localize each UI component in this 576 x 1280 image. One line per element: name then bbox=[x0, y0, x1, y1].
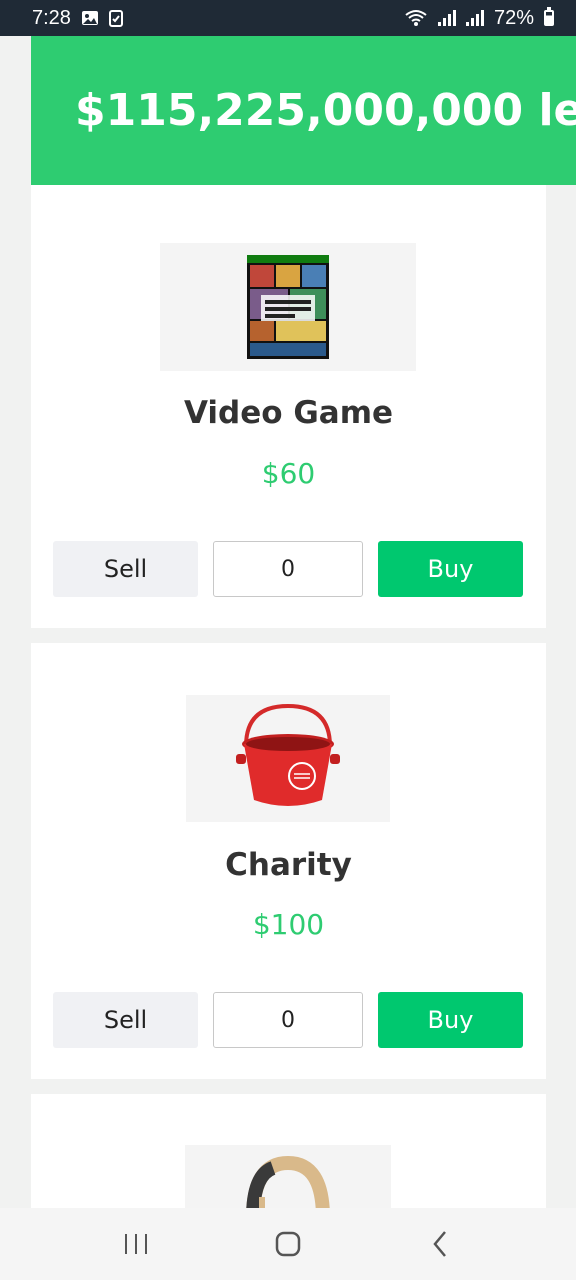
sell-button[interactable]: Sell bbox=[53, 541, 198, 597]
buy-button[interactable]: Buy bbox=[378, 541, 523, 597]
money-left-text: $115,225,000,000 left bbox=[75, 85, 576, 136]
item-image-video-game bbox=[160, 243, 416, 371]
item-image-headphones bbox=[185, 1145, 391, 1208]
battery-icon bbox=[544, 7, 554, 26]
quantity-input[interactable] bbox=[213, 541, 363, 597]
money-left-banner: $115,225,000,000 left bbox=[31, 36, 576, 185]
item-name: Video Game bbox=[183, 395, 394, 431]
headphones-icon bbox=[246, 1155, 330, 1208]
item-price: $60 bbox=[261, 457, 316, 490]
home-icon[interactable] bbox=[258, 1214, 318, 1274]
clipboard-check-icon bbox=[108, 9, 123, 27]
back-icon[interactable] bbox=[410, 1214, 470, 1274]
status-time: 7:28 bbox=[32, 6, 71, 29]
signal-icon bbox=[437, 10, 456, 26]
buy-button[interactable]: Buy bbox=[378, 992, 523, 1048]
wifi-icon bbox=[404, 9, 428, 27]
gallery-icon bbox=[81, 10, 99, 26]
signal-icon-2 bbox=[465, 10, 484, 26]
status-bar: 7:28 72% bbox=[0, 0, 576, 36]
item-card-charity: Charity $100 Sell Buy bbox=[31, 643, 546, 1079]
video-game-cover-icon bbox=[247, 255, 329, 359]
charity-bucket-icon bbox=[236, 703, 340, 806]
item-controls: Sell Buy bbox=[53, 992, 523, 1048]
item-image-charity bbox=[186, 695, 390, 822]
item-controls: Sell Buy bbox=[53, 541, 523, 597]
battery-percent: 72% bbox=[493, 6, 534, 29]
item-card-video-game: Video Game $60 Sell Buy bbox=[31, 185, 546, 628]
item-price: $100 bbox=[252, 908, 325, 941]
sell-button[interactable]: Sell bbox=[53, 992, 198, 1048]
system-nav-bar bbox=[0, 1208, 576, 1280]
recent-apps-icon[interactable] bbox=[106, 1214, 166, 1274]
item-name: Charity bbox=[225, 847, 352, 883]
item-card-headphones bbox=[31, 1094, 546, 1208]
quantity-input[interactable] bbox=[213, 992, 363, 1048]
